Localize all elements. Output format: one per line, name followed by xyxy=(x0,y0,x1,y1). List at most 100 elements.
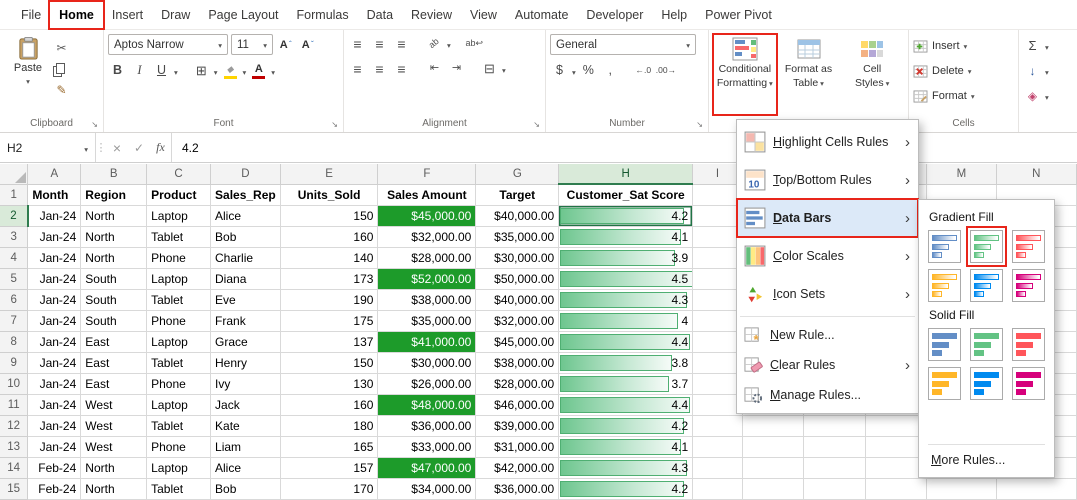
sheet-cell[interactable]: Phone xyxy=(146,436,212,458)
sheet-cell[interactable]: Laptop xyxy=(146,457,212,479)
sheet-cell[interactable] xyxy=(692,331,743,353)
sheet-cell[interactable]: North xyxy=(80,205,148,227)
sheet-cell[interactable]: 4.4 xyxy=(558,331,694,353)
sheet-cell[interactable]: Jack xyxy=(210,394,281,416)
currency-format-icon[interactable]: $ xyxy=(550,61,569,80)
column-header-H[interactable]: H xyxy=(558,164,694,185)
databar-swatch-gradient-2[interactable] xyxy=(966,226,1007,267)
fill-color-icon[interactable] xyxy=(221,61,240,80)
sheet-cell[interactable]: Diana xyxy=(210,268,281,290)
sheet-cell[interactable] xyxy=(803,457,866,479)
sheet-cell[interactable]: South xyxy=(80,268,148,290)
databar-swatch-solid-6[interactable] xyxy=(1012,367,1045,400)
sheet-cell[interactable]: Laptop xyxy=(146,331,212,353)
font-size-select[interactable]: 11 xyxy=(231,34,273,55)
sheet-cell[interactable]: $31,000.00 xyxy=(475,436,560,458)
align-middle-icon[interactable] xyxy=(370,34,389,53)
sheet-cell[interactable]: West xyxy=(80,436,148,458)
align-top-icon[interactable] xyxy=(348,34,367,53)
more-rules-item[interactable]: More Rules... xyxy=(928,444,1045,471)
sheet-cell[interactable]: 150 xyxy=(280,352,379,374)
sheet-cell[interactable]: Phone xyxy=(146,373,212,395)
sheet-cell[interactable]: $45,000.00 xyxy=(377,205,477,227)
sheet-cell[interactable]: Jan-24 xyxy=(27,331,82,353)
sheet-cell[interactable]: Alice xyxy=(210,457,281,479)
sheet-cell[interactable]: Jan-24 xyxy=(27,289,82,311)
sheet-cell[interactable]: $38,000.00 xyxy=(377,289,477,311)
tab-automate[interactable]: Automate xyxy=(506,2,578,28)
sheet-cell[interactable]: 3.7 xyxy=(558,373,694,395)
column-header-C[interactable]: C xyxy=(146,164,212,185)
sheet-cell[interactable]: $36,000.00 xyxy=(377,415,477,437)
sheet-cell[interactable]: $32,000.00 xyxy=(475,310,560,332)
databar-swatch-solid-5[interactable] xyxy=(970,367,1003,400)
font-color-icon[interactable] xyxy=(249,61,268,80)
sheet-cell[interactable]: Target xyxy=(475,184,560,206)
sheet-cell[interactable] xyxy=(692,394,743,416)
sheet-cell[interactable]: 150 xyxy=(280,205,379,227)
sheet-cell[interactable] xyxy=(692,289,743,311)
sheet-cell[interactable]: Jan-24 xyxy=(27,352,82,374)
row-header-7[interactable]: 7 xyxy=(0,310,29,332)
borders-icon[interactable] xyxy=(192,61,211,80)
sheet-cell[interactable]: 173 xyxy=(280,268,379,290)
menu-item-icon-sets[interactable]: Icon Sets xyxy=(737,275,918,313)
sheet-cell[interactable]: Phone xyxy=(146,310,212,332)
column-header-M[interactable]: M xyxy=(926,164,997,185)
sheet-cell[interactable]: Laptop xyxy=(146,205,212,227)
sheet-cell[interactable]: 4.4 xyxy=(558,394,694,416)
sheet-cell[interactable] xyxy=(692,478,743,500)
insert-cells-button[interactable]: Insert xyxy=(913,34,1014,58)
sheet-cell[interactable]: 190 xyxy=(280,289,379,311)
tab-draw[interactable]: Draw xyxy=(152,2,199,28)
sheet-cell[interactable]: South xyxy=(80,289,148,311)
sheet-cell[interactable]: 4.5 xyxy=(558,268,694,290)
sheet-cell[interactable]: 3.9 xyxy=(558,247,694,269)
sheet-cell[interactable]: Bob xyxy=(210,226,281,248)
sheet-cell[interactable]: Henry xyxy=(210,352,281,374)
row-header-10[interactable]: 10 xyxy=(0,373,29,395)
sheet-cell[interactable]: Customer_Sat Score xyxy=(558,184,694,206)
bold-icon[interactable] xyxy=(108,61,127,80)
row-header-15[interactable]: 15 xyxy=(0,478,29,500)
databar-swatch-solid-2[interactable] xyxy=(970,328,1003,361)
tab-data[interactable]: Data xyxy=(358,2,402,28)
shrink-font-icon[interactable]: ˇ xyxy=(298,35,317,54)
tab-review[interactable]: Review xyxy=(402,2,461,28)
tab-developer[interactable]: Developer xyxy=(577,2,652,28)
number-format-select[interactable]: General xyxy=(550,34,696,55)
sheet-cell[interactable]: $47,000.00 xyxy=(377,457,477,479)
sheet-cell[interactable]: $48,000.00 xyxy=(377,394,477,416)
sheet-cell[interactable]: $26,000.00 xyxy=(377,373,477,395)
underline-icon[interactable] xyxy=(152,61,171,80)
sheet-cell[interactable]: Phone xyxy=(146,247,212,269)
column-header-B[interactable]: B xyxy=(80,164,148,185)
sheet-cell[interactable]: 180 xyxy=(280,415,379,437)
sheet-cell[interactable]: Ivy xyxy=(210,373,281,395)
align-bottom-icon[interactable] xyxy=(392,34,411,53)
column-header-D[interactable]: D xyxy=(210,164,281,185)
sheet-cell[interactable] xyxy=(742,457,805,479)
sheet-cell[interactable]: West xyxy=(80,394,148,416)
autosum-icon[interactable] xyxy=(1023,36,1042,55)
sheet-cell[interactable] xyxy=(692,457,743,479)
sheet-cell[interactable]: $38,000.00 xyxy=(475,352,560,374)
row-header-12[interactable]: 12 xyxy=(0,415,29,437)
sheet-cell[interactable]: Jan-24 xyxy=(27,394,82,416)
sheet-cell[interactable]: $50,000.00 xyxy=(475,268,560,290)
comma-format-icon[interactable]: , xyxy=(601,61,620,80)
cell-styles-button[interactable]: Cell Styles xyxy=(840,34,904,115)
sheet-cell[interactable]: Charlie xyxy=(210,247,281,269)
sheet-cell[interactable]: Jan-24 xyxy=(27,415,82,437)
sheet-cell[interactable] xyxy=(742,415,805,437)
column-header-I[interactable]: I xyxy=(692,164,743,185)
sheet-cell[interactable]: $41,000.00 xyxy=(377,331,477,353)
databar-swatch-gradient-4[interactable] xyxy=(928,269,961,302)
sheet-cell[interactable]: $35,000.00 xyxy=(377,310,477,332)
row-header-2[interactable]: 2 xyxy=(0,205,29,227)
sheet-cell[interactable] xyxy=(692,268,743,290)
menu-item-manage-rules[interactable]: Manage Rules... xyxy=(737,380,918,410)
sheet-cell[interactable]: Frank xyxy=(210,310,281,332)
menu-item-new-rule[interactable]: * New Rule... xyxy=(737,320,918,350)
increase-decimal-icon[interactable] xyxy=(634,61,653,80)
